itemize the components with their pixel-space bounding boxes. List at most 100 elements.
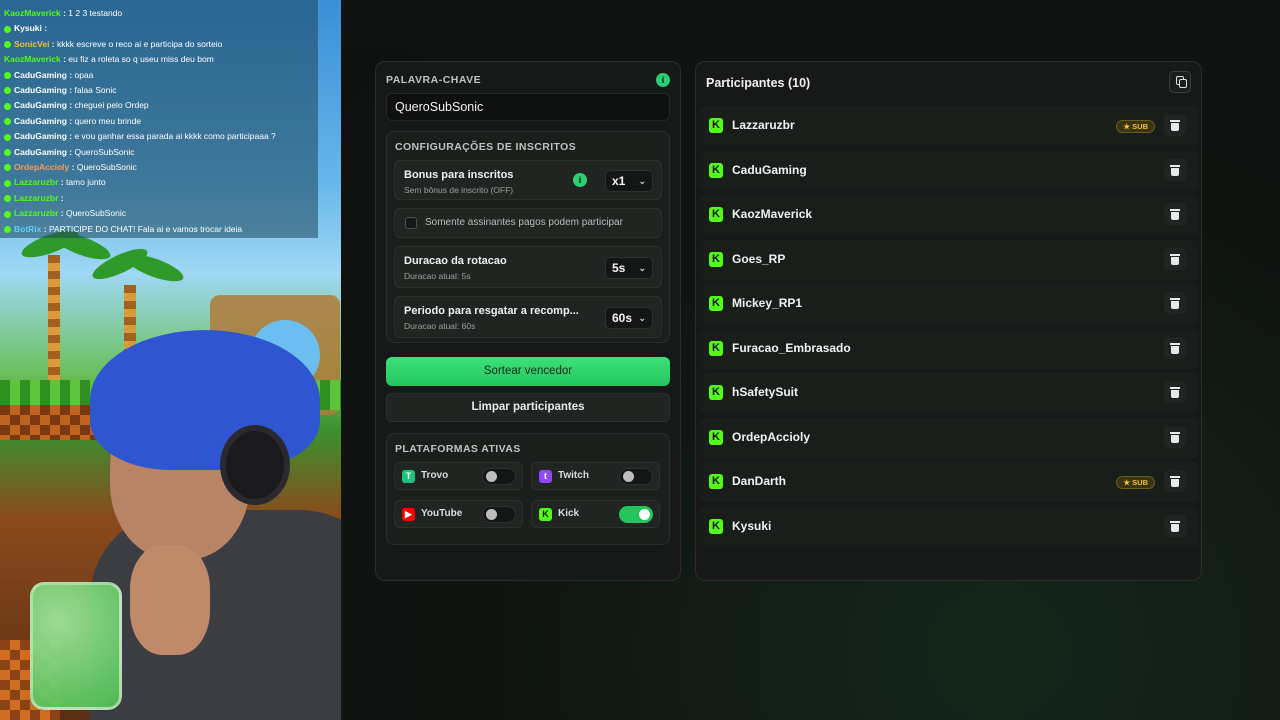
kick-icon: K: [709, 162, 723, 178]
kick-badge-icon: [4, 148, 11, 156]
kick-icon: K: [709, 518, 723, 534]
chat-text: e vou ganhar essa parada ai kkkk como pa…: [74, 131, 276, 142]
stream-screen: KaozMaverick : 1 2 3 testando Kysuki : So…: [0, 0, 1280, 720]
kick-icon: K: [709, 340, 723, 356]
trash-icon[interactable]: [1164, 247, 1186, 270]
youtube-icon: ▶: [402, 508, 415, 521]
kick-badge-icon: [4, 87, 11, 95]
claim-subtitle: Duracao atual: 60s: [404, 321, 476, 331]
keyword-label: PALAVRA-CHAVE: [386, 74, 482, 86]
trash-icon[interactable]: [1164, 514, 1186, 537]
trash-icon[interactable]: [1164, 158, 1186, 181]
platform-trovo: T Trovo: [394, 462, 523, 490]
participants-panel: Participantes (10) K Lazzaruzbr ★ SUB K Cadu…: [695, 61, 1202, 581]
chat-message: CaduGaming : quero meu brinde: [0, 114, 318, 129]
platform-label: YouTube: [421, 508, 463, 519]
chat-username: CaduGaming: [14, 115, 67, 126]
chat-message: KaozMaverick : 1 2 3 testando: [4, 8, 123, 18]
kick-badge-icon: [4, 25, 11, 33]
kick-icon: K: [709, 118, 723, 133]
trovo-icon: T: [402, 470, 415, 483]
config-title: CONFIGURAÇÕES DE INSCRITOS: [395, 141, 577, 153]
platform-toggle[interactable]: [482, 506, 516, 523]
bonus-multiplier-select[interactable]: x1 ⌄: [605, 170, 653, 192]
trash-icon[interactable]: [1164, 292, 1186, 314]
kick-badge-icon: [4, 118, 11, 126]
trash-icon[interactable]: [1164, 114, 1186, 136]
chat-text: QueroSubSonic: [76, 162, 137, 173]
kick-badge-icon: [4, 133, 11, 141]
platform-toggle[interactable]: [482, 468, 516, 485]
platform-label: Twitch: [558, 470, 589, 481]
chat-username: OrdepAccioly: [14, 162, 70, 173]
game-webcam-area: KaozMaverick : 1 2 3 testando Kysuki : So…: [0, 0, 341, 720]
chat-username: CaduGaming: [14, 131, 67, 142]
participant-name: Furacao_Embrasado: [732, 340, 851, 355]
kick-icon: K: [539, 508, 552, 521]
claim-value: 60s: [612, 311, 633, 325]
paid-only-row[interactable]: Somente assinantes pagos podem participa…: [394, 208, 662, 238]
participant-row: K OrdepAccioly: [700, 417, 1199, 458]
participant-name: Mickey_RP1: [732, 296, 803, 310]
chat-message: CaduGaming : falaa Sonic: [0, 83, 318, 98]
info-icon[interactable]: i: [656, 73, 670, 87]
kick-badge-icon: [4, 102, 11, 110]
clear-participants-button[interactable]: Limpar participantes: [386, 393, 670, 422]
platform-toggle[interactable]: [619, 468, 653, 485]
bonus-row: Bonus para inscritos Sem bônus de inscri…: [394, 160, 662, 200]
subscriber-config-section: CONFIGURAÇÕES DE INSCRITOS Bonus para in…: [386, 131, 670, 343]
trash-icon[interactable]: [1164, 336, 1186, 359]
kick-badge-icon: [4, 71, 11, 79]
trash-icon[interactable]: [1164, 470, 1186, 492]
kick-badge-icon: [4, 41, 11, 49]
kick-icon: K: [709, 251, 723, 267]
active-platforms-section: PLATAFORMAS ATIVAS T Trovo t Twitch ▶ YouTube…: [386, 433, 670, 545]
chat-text: quero meu brinde: [74, 115, 142, 126]
bonus-title: Bonus para inscritos: [404, 169, 514, 181]
participants-title: Participantes (10): [706, 76, 811, 90]
platforms-title: PLATAFORMAS ATIVAS: [395, 443, 521, 455]
paid-only-checkbox[interactable]: [405, 217, 417, 229]
platform-label: Kick: [558, 508, 580, 519]
chat-message: CaduGaming : QueroSubSonic: [0, 145, 318, 160]
participant-row: K Furacao_Embrasado: [700, 328, 1199, 369]
chat-username: Lazzaruzbr: [14, 192, 59, 203]
kick-icon: K: [709, 429, 723, 445]
draw-winner-button[interactable]: Sortear vencedor: [386, 357, 670, 386]
chat-text: falaa Sonic: [74, 85, 117, 96]
kick-icon: K: [709, 296, 723, 311]
participant-name: Lazzaruzbr: [732, 118, 795, 132]
chat-username: Lazzaruzbr: [14, 177, 59, 188]
sub-badge: ★ SUB: [1116, 120, 1155, 133]
participant-row: K Kysuki: [700, 506, 1199, 547]
chat-message: Lazzaruzbr : QueroSubSonic: [0, 206, 318, 221]
chat-username: BotRix: [14, 223, 42, 234]
participant-name: CaduGaming: [732, 162, 807, 177]
chat-text: kkkk escreve o reco ai e participa do so…: [57, 38, 223, 49]
app-top-bar: [341, 0, 1280, 46]
trash-icon[interactable]: [1164, 381, 1186, 403]
chat-message: CaduGaming : e vou ganhar essa parada ai…: [0, 129, 318, 144]
raffle-settings-panel: PALAVRA-CHAVE i QueroSubSonic CONFIGURAÇ…: [375, 61, 681, 581]
copy-icon[interactable]: [1169, 71, 1191, 93]
chevron-down-icon: ⌄: [638, 313, 646, 323]
keyword-input[interactable]: QueroSubSonic: [386, 93, 670, 121]
chat-text: 1 2 3 testando: [68, 8, 123, 18]
trash-icon[interactable]: [1164, 425, 1186, 448]
headphones-icon: [220, 425, 290, 505]
platform-toggle[interactable]: [619, 506, 653, 523]
candy-jar: [30, 582, 122, 710]
trash-icon[interactable]: [1164, 203, 1186, 225]
bonus-info-icon[interactable]: i: [573, 173, 587, 187]
participant-name: Goes_RP: [732, 251, 786, 266]
rotation-select[interactable]: 5s ⌄: [605, 257, 653, 279]
paid-only-label: Somente assinantes pagos podem participa…: [425, 217, 623, 228]
chat-message: CaduGaming : opaa: [0, 68, 318, 83]
chat-text: cheguei pelo Ordep: [74, 100, 149, 111]
chat-username: CaduGaming: [14, 100, 67, 111]
toggle-knob: [486, 471, 497, 482]
chat-text: PARTICIPE DO CHAT! Fala ai e vamos troca…: [48, 223, 243, 234]
participant-row: KhSafetySuit: [700, 373, 1199, 413]
participant-name: Kysuki: [732, 518, 772, 533]
claim-select[interactable]: 60s ⌄: [605, 307, 653, 329]
